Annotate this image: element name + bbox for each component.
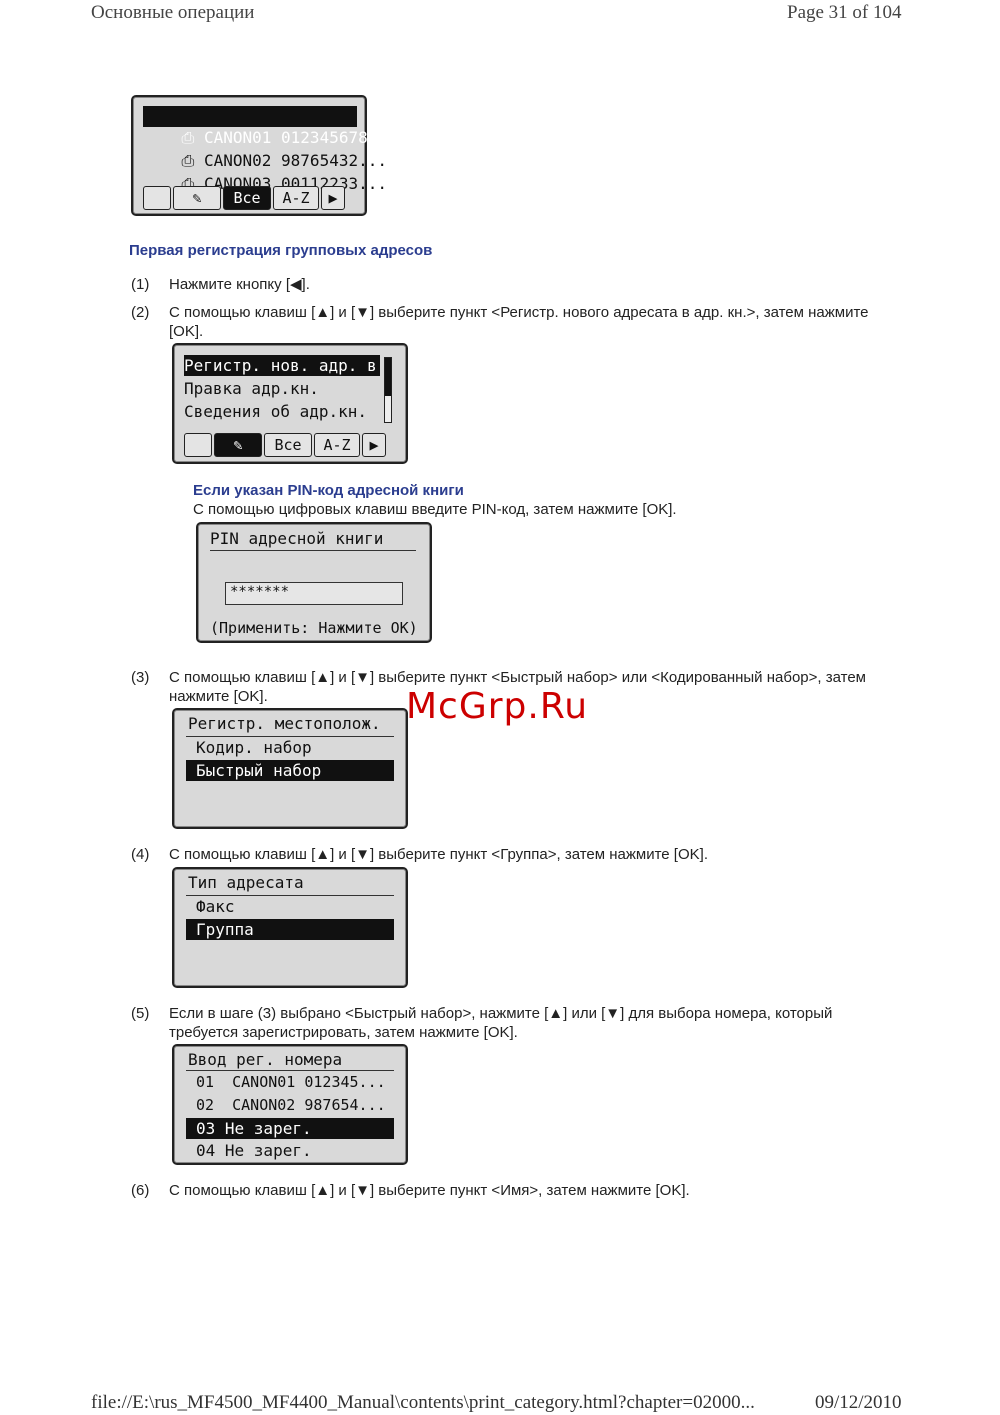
section-title: Первая регистрация групповых адресов bbox=[129, 242, 433, 259]
lcd-address-type: Тип адресата Факс Группа bbox=[172, 867, 408, 988]
step-6: (6) С помощью клавиш [▲] и [▼] выберите … bbox=[131, 1181, 931, 1201]
step-text: С помощью клавиш [▲] и [▼] выберите пунк… bbox=[169, 304, 869, 340]
lcd-address-book-menu: Регистр. нов. адр. в Правка адр.кн. Свед… bbox=[172, 343, 408, 464]
softkey-blank bbox=[143, 186, 171, 210]
right-arrow-icon: ▶ bbox=[321, 186, 345, 210]
step-number: (1) bbox=[131, 276, 150, 293]
lcd-row: Правка адр.кн. bbox=[184, 379, 319, 398]
lcd-address-book: ⎙ CANON01 012345678 ⎙ CANON02 98765432..… bbox=[131, 95, 387, 216]
edit-icon: ✎ bbox=[173, 186, 221, 210]
step-text: С помощью клавиш [▲] и [▼] выберите пунк… bbox=[169, 1182, 690, 1199]
page-number: Page 31 of 104 bbox=[787, 2, 902, 23]
softkey-az: A-Z bbox=[314, 433, 360, 457]
softkey-az: A-Z bbox=[273, 186, 319, 210]
lcd-row: Регистр. нов. адр. в bbox=[184, 355, 380, 376]
lcd-row: Кодир. набор bbox=[196, 738, 312, 757]
pin-note-title: Если указан PIN-код адресной книги bbox=[193, 482, 464, 499]
scrollbar bbox=[384, 357, 392, 423]
lcd-row: Сведения об адр.кн. bbox=[184, 402, 368, 421]
step-text: Нажмите кнопку [◀]. bbox=[169, 276, 310, 293]
lcd-row: 03 Не зарег. bbox=[186, 1118, 394, 1139]
lcd-row: ⎙ CANON01 012345678 bbox=[143, 106, 368, 147]
lcd-row: 01 CANON01 012345... bbox=[196, 1073, 386, 1091]
lcd-title: Ввод рег. номера bbox=[188, 1050, 343, 1069]
step-text: Если в шаге (3) выбрано <Быстрый набор>,… bbox=[169, 1005, 833, 1041]
step-1: (1) Нажмите кнопку [◀]. bbox=[131, 275, 931, 295]
pin-input-field: ******* bbox=[225, 582, 403, 605]
lcd-title: PIN адресной книги bbox=[210, 529, 384, 548]
page-header-title: Основные операции bbox=[91, 2, 255, 23]
print-date: 09/12/2010 bbox=[815, 1392, 902, 1413]
edit-icon: ✎ bbox=[214, 433, 262, 457]
lcd-title: Тип адресата bbox=[188, 873, 304, 892]
softkey-blank bbox=[184, 433, 212, 457]
softkey-bar: ✎ Все A-Z ▶ bbox=[143, 186, 345, 210]
step-4: (4) С помощью клавиш [▲] и [▼] выберите … bbox=[131, 845, 931, 865]
right-arrow-icon: ▶ bbox=[362, 433, 386, 457]
lcd-row: ⎙ CANON02 98765432... bbox=[181, 151, 387, 170]
softkey-all: Все bbox=[264, 433, 312, 457]
lcd-row: Быстрый набор bbox=[186, 760, 394, 781]
step-number: (5) bbox=[131, 1005, 150, 1022]
pin-note-text: С помощью цифровых клавиш введите PIN-ко… bbox=[193, 501, 677, 518]
lcd-row: Факс bbox=[196, 897, 235, 916]
watermark: McGrp.Ru bbox=[406, 686, 589, 727]
lcd-location: Регистр. местополож. Кодир. набор Быстры… bbox=[172, 708, 408, 829]
lcd-row: 02 CANON02 987654... bbox=[196, 1096, 386, 1114]
step-number: (6) bbox=[131, 1182, 150, 1199]
step-5: (5) Если в шаге (3) выбрано <Быстрый наб… bbox=[131, 1004, 931, 1044]
file-path: file://E:\rus_MF4500_MF4400_Manual\conte… bbox=[91, 1392, 755, 1413]
lcd-row: ⎙ CANON03 00112233... bbox=[181, 174, 387, 193]
step-number: (2) bbox=[131, 304, 150, 321]
lcd-pin-entry: PIN адресной книги ******* (Применить: Н… bbox=[196, 522, 432, 643]
lcd-hint: (Применить: Нажмите OK) bbox=[210, 619, 418, 637]
lcd-title: Регистр. местополож. bbox=[188, 714, 381, 733]
lcd-row: Группа bbox=[186, 919, 394, 940]
step-2: (2) С помощью клавиш [▲] и [▼] выберите … bbox=[131, 303, 931, 343]
lcd-row: 04 Не зарег. bbox=[196, 1141, 312, 1160]
lcd-register-number: Ввод рег. номера 01 CANON01 012345... 02… bbox=[172, 1044, 408, 1165]
softkey-all: Все bbox=[223, 186, 271, 210]
step-number: (4) bbox=[131, 846, 150, 863]
softkey-bar: ✎ Все A-Z ▶ bbox=[184, 433, 386, 457]
step-number: (3) bbox=[131, 669, 150, 686]
step-text: С помощью клавиш [▲] и [▼] выберите пунк… bbox=[169, 846, 708, 863]
